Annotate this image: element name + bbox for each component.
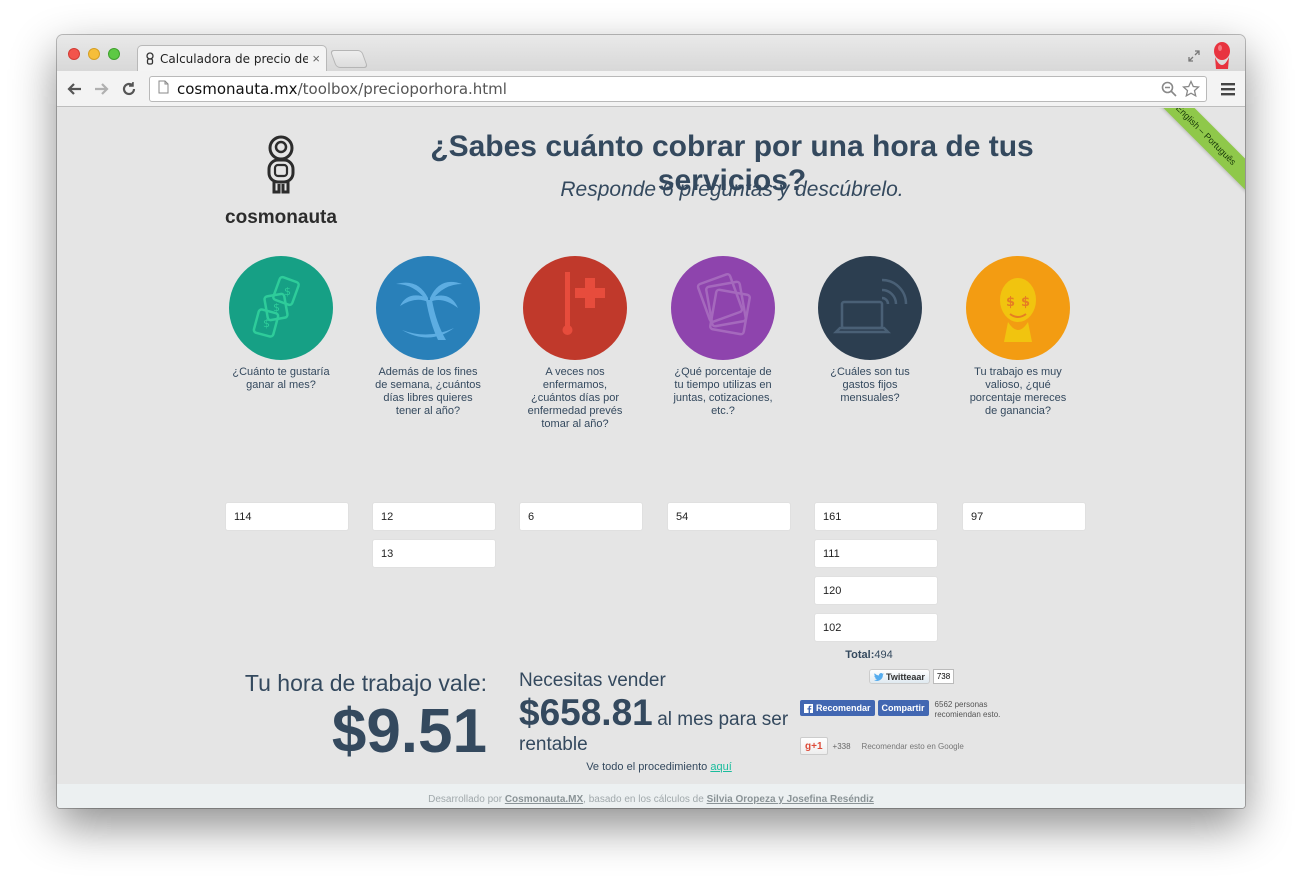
browser-toolbar: cosmonauta.mx/toolbox/precioporhora.html (57, 71, 1245, 107)
fullscreen-icon[interactable] (1187, 49, 1201, 68)
question-text: ¿Qué porcentaje de tu tiempo utilizas en… (673, 366, 773, 417)
svg-text:$: $ (263, 317, 270, 330)
cosmonaut-favicon-icon (144, 51, 156, 66)
google-plus-share: g +1 +338 Recomendar esto en Google (800, 737, 964, 755)
credits-brand-link[interactable]: Cosmonauta.MX (505, 794, 583, 805)
credits-authors-link[interactable]: Silvia Oropeza y Josefina Reséndiz (707, 794, 874, 805)
gplus-text: Recomendar esto en Google (861, 741, 964, 751)
monthly-sales-text: al mes para ser (657, 709, 789, 730)
gplus-label: +1 (811, 740, 823, 752)
facebook-share: Recomendar Compartir 6562 personas recom… (800, 700, 1035, 720)
tweet-label: Twitteaar (886, 671, 925, 682)
footer-credits: Desarrollado por Cosmonauta.MX, basado e… (57, 794, 1245, 805)
svg-text:$: $ (284, 285, 291, 298)
fixed-expense-input-1[interactable]: 161 (814, 502, 938, 531)
browser-tab[interactable]: Calculadora de precio de h × (137, 45, 327, 71)
hourly-rate-label: Tu hora de trabajo vale: (244, 670, 487, 696)
question-5: ¿Cuáles son tus gastos fijos mensuales? (809, 256, 931, 426)
tab-strip: Calculadora de precio de h × (57, 35, 1245, 71)
svg-text:$: $ (273, 301, 280, 314)
gplus-count: +338 (832, 741, 851, 751)
page-subtitle: Responde 6 preguntas y descúbrelo. (560, 178, 904, 201)
page-icon (158, 80, 169, 99)
close-window-button[interactable] (68, 48, 80, 60)
tweet-button[interactable]: Twitteaar (869, 669, 930, 684)
url-path: /toolbox/precioporhora.html (297, 80, 507, 98)
sell-label: Necesitas vender (519, 670, 666, 691)
credits-mid: , basado en los cálculos de (583, 794, 704, 805)
tab-close-icon[interactable]: × (312, 51, 320, 66)
address-bar[interactable]: cosmonauta.mx/toolbox/precioporhora.html (149, 76, 1207, 102)
question-4: ¿Qué porcentaje de tu tiempo utilizas en… (662, 256, 784, 426)
fb-recommend-button[interactable]: Recomendar (800, 700, 875, 716)
sick-days-input[interactable]: 6 (519, 502, 643, 531)
svg-text:$: $ (1021, 295, 1030, 310)
browser-window: Calculadora de precio de h × cosmonauta.… (57, 35, 1245, 808)
tweet-count: 738 (932, 669, 955, 684)
total-value: 494 (874, 649, 893, 661)
tab-title: Calculadora de precio de h (160, 51, 309, 66)
cosmonauta-logo[interactable]: cosmonauta (225, 134, 337, 229)
fixed-expense-input-3[interactable]: 120 (814, 576, 938, 605)
gplus-button[interactable]: g +1 (800, 737, 828, 755)
question-text: A veces nos enfermamos, ¿cuántos días po… (527, 366, 623, 430)
question-2: Además de los fines de semana, ¿cuántos … (367, 256, 489, 426)
head-dollar-icon: $ $ (966, 256, 1070, 360)
minimize-window-button[interactable] (88, 48, 100, 60)
procedure-link[interactable]: aquí (710, 761, 731, 773)
question-1: $ $ $ ¿Cuánto te gustaría ganar al mes? (220, 256, 342, 426)
fb-share-button[interactable]: Compartir (877, 700, 929, 716)
question-text: ¿Cuáles son tus gastos fijos mensuales? (830, 366, 910, 404)
question-text: ¿Cuánto te gustaría ganar al mes? (232, 366, 330, 391)
question-3: A veces nos enfermamos, ¿cuántos días po… (514, 256, 636, 430)
procedure-text: Ve todo el procedimiento (586, 761, 708, 773)
page-footer: Desarrollado por Cosmonauta.MX, basado e… (57, 784, 1245, 808)
zoom-window-button[interactable] (108, 48, 120, 60)
twitter-bird-icon (874, 672, 884, 681)
monthly-sales-amount: $658.81 (519, 692, 653, 733)
hourly-rate-value: $9.51 (331, 697, 487, 766)
monthly-income-input[interactable]: 114 (225, 502, 349, 531)
papers-icon (671, 256, 775, 360)
bookmark-star-icon[interactable] (1181, 79, 1201, 103)
question-6: $ $ Tu trabajo es muy valioso, ¿qué porce… (957, 256, 1079, 426)
facebook-icon (804, 703, 813, 713)
fb-recommend-label: Recomendar (816, 703, 871, 713)
total-label: Total: (845, 649, 875, 661)
admin-time-input[interactable]: 54 (667, 502, 791, 531)
astronaut-logo-icon (267, 135, 295, 194)
question-text: Además de los fines de semana, ¿cuántos … (375, 366, 481, 417)
svg-text:$: $ (1006, 295, 1015, 310)
chrome-menu-icon[interactable] (1221, 81, 1235, 97)
fixed-expense-input-4[interactable]: 102 (814, 613, 938, 642)
money-icon: $ $ $ (229, 256, 333, 360)
laptop-wifi-icon (818, 256, 922, 360)
forward-arrow-icon[interactable] (93, 80, 111, 98)
monthly-sales-result: $658.81 al mes para ser rentable (519, 692, 799, 756)
fixed-expense-input-2[interactable]: 111 (814, 539, 938, 568)
twitter-share: Twitteaar 738 (869, 669, 955, 684)
holidays-input-2[interactable]: 13 (372, 539, 496, 568)
profit-percentage-input[interactable]: 97 (962, 502, 1086, 531)
monthly-sales-text-2: rentable (519, 734, 588, 755)
holidays-input[interactable]: 12 (372, 502, 496, 531)
page-content: English – Português cosmonauta ¿Sabes cu… (57, 108, 1245, 808)
fb-recommend-count: 6562 personas recomiendan esto. (934, 700, 1001, 719)
back-arrow-icon[interactable] (65, 80, 83, 98)
logo-wordmark: cosmonauta (225, 207, 337, 228)
palm-tree-icon (376, 256, 480, 360)
url-domain: cosmonauta.mx (177, 80, 298, 98)
expenses-total: Total:494 (814, 649, 924, 661)
language-ribbon[interactable]: English – Português (1138, 108, 1245, 203)
question-text: Tu trabajo es muy valioso, ¿qué porcenta… (969, 366, 1067, 417)
thermometer-icon (523, 256, 627, 360)
reload-icon[interactable] (120, 80, 138, 98)
fb-share-label: Compartir (881, 703, 925, 713)
new-tab-button[interactable] (329, 50, 369, 68)
procedure-note: Ve todo el procedimiento aquí (519, 761, 799, 773)
search-zoom-icon[interactable] (1160, 80, 1178, 103)
credits-pre: Desarrollado por (428, 794, 503, 805)
